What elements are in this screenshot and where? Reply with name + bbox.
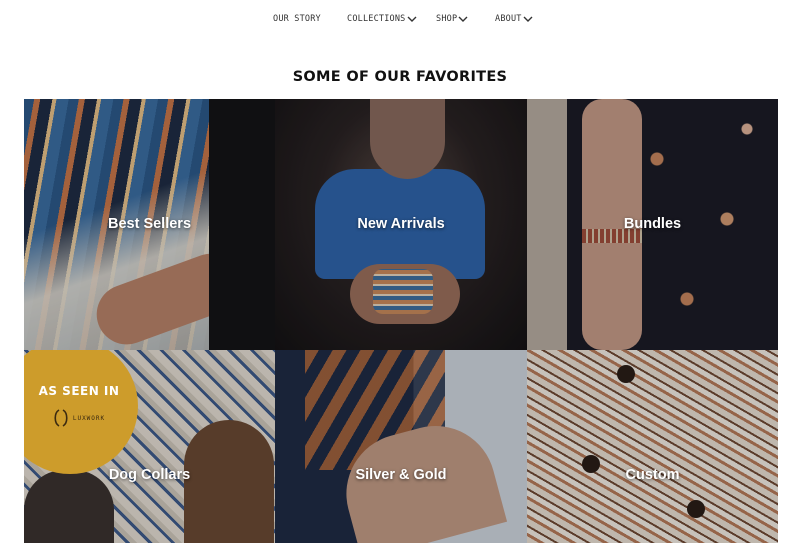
tile-label: Dog Collars xyxy=(108,467,191,483)
press-logo-icon xyxy=(54,409,68,427)
nav-item-label: OUR STORY xyxy=(273,14,321,24)
tile-overlay xyxy=(527,350,778,543)
nav-item-collections[interactable]: COLLECTIONS xyxy=(347,12,417,26)
tile-best-sellers[interactable]: Best Sellers xyxy=(24,99,275,350)
favorites-grid: Best Sellers New Arrivals Bundles AS SEE… xyxy=(24,99,778,543)
chevron-down-icon xyxy=(523,14,533,24)
tile-overlay xyxy=(275,350,527,543)
nav-item-our-story[interactable]: OUR STORY xyxy=(273,12,321,26)
tile-label: Bundles xyxy=(623,216,682,232)
nav-item-label: SHOP xyxy=(436,14,458,24)
chevron-down-icon xyxy=(458,14,468,24)
press-logo-text: LUXWORK xyxy=(72,414,106,422)
tile-new-arrivals[interactable]: New Arrivals xyxy=(275,99,527,350)
chevron-down-icon xyxy=(407,14,417,24)
top-nav: OUR STORY COLLECTIONS SHOP ABOUT xyxy=(0,0,800,36)
section-title: SOME OF OUR FAVORITES xyxy=(292,69,508,85)
nav-item-label: COLLECTIONS xyxy=(347,14,406,24)
nav-item-about[interactable]: ABOUT xyxy=(495,12,533,26)
nav-item-shop[interactable]: SHOP xyxy=(436,12,468,26)
tile-label: Silver & Gold xyxy=(355,467,447,483)
nav-item-label: ABOUT xyxy=(495,14,522,24)
tile-dog-collars[interactable]: AS SEEN IN LUXWORK Dog Collars xyxy=(24,350,275,543)
tile-label: New Arrivals xyxy=(357,216,445,232)
tile-label: Best Sellers xyxy=(107,216,192,232)
press-logo: LUXWORK xyxy=(53,408,105,428)
tile-custom[interactable]: Custom xyxy=(527,350,778,543)
tile-bundles[interactable]: Bundles xyxy=(527,99,778,350)
tile-silver-gold[interactable]: Silver & Gold xyxy=(275,350,527,543)
badge-text: AS SEEN IN xyxy=(38,384,120,398)
tile-label: Custom xyxy=(625,467,680,483)
